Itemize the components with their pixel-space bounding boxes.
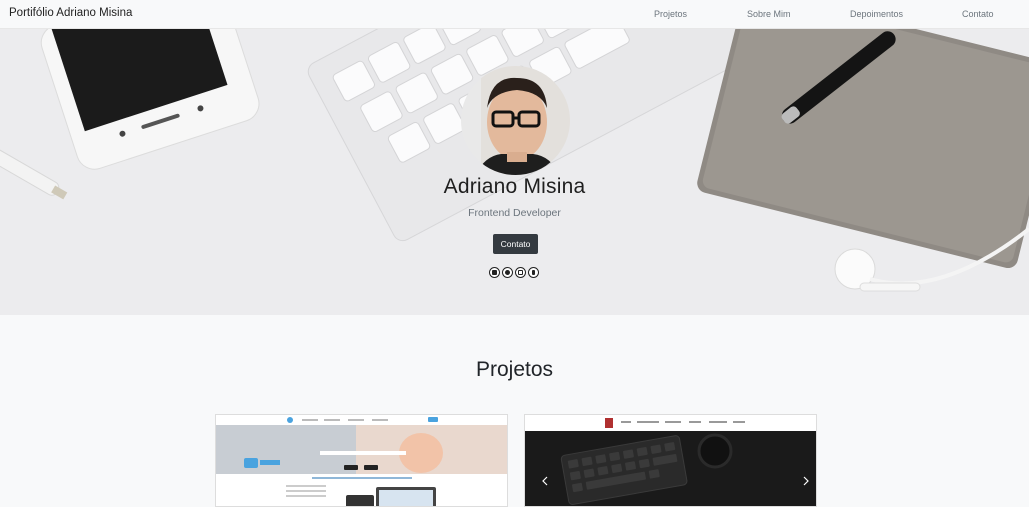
project-thumbnail (216, 415, 507, 506)
nav-contato[interactable]: Contato (962, 9, 994, 19)
nav-projetos[interactable]: Projetos (654, 9, 687, 19)
contact-button[interactable]: Contato (493, 234, 538, 254)
brand-link[interactable]: Portifólio Adriano Misina (9, 7, 132, 19)
facebook-icon[interactable] (528, 267, 539, 278)
profile-photo (461, 66, 570, 175)
hero-section: Adriano Misina Frontend Developer Contat… (0, 29, 1029, 315)
hero-role: Frontend Developer (468, 207, 561, 219)
nav-sobre-mim[interactable]: Sobre Mim (747, 9, 791, 19)
navbar: Portifólio Adriano Misina Projetos Sobre… (0, 0, 1029, 29)
social-links (489, 267, 539, 278)
hero-name: Adriano Misina (443, 175, 586, 198)
project-card[interactable] (524, 414, 817, 507)
nav-depoimentos[interactable]: Depoimentos (850, 9, 903, 19)
instagram-icon[interactable] (515, 267, 526, 278)
github-icon[interactable] (502, 267, 513, 278)
linkedin-icon[interactable] (489, 267, 500, 278)
project-card[interactable] (215, 414, 508, 507)
project-thumbnail (525, 415, 816, 506)
projects-title: Projetos (475, 358, 554, 381)
avatar (461, 66, 570, 175)
